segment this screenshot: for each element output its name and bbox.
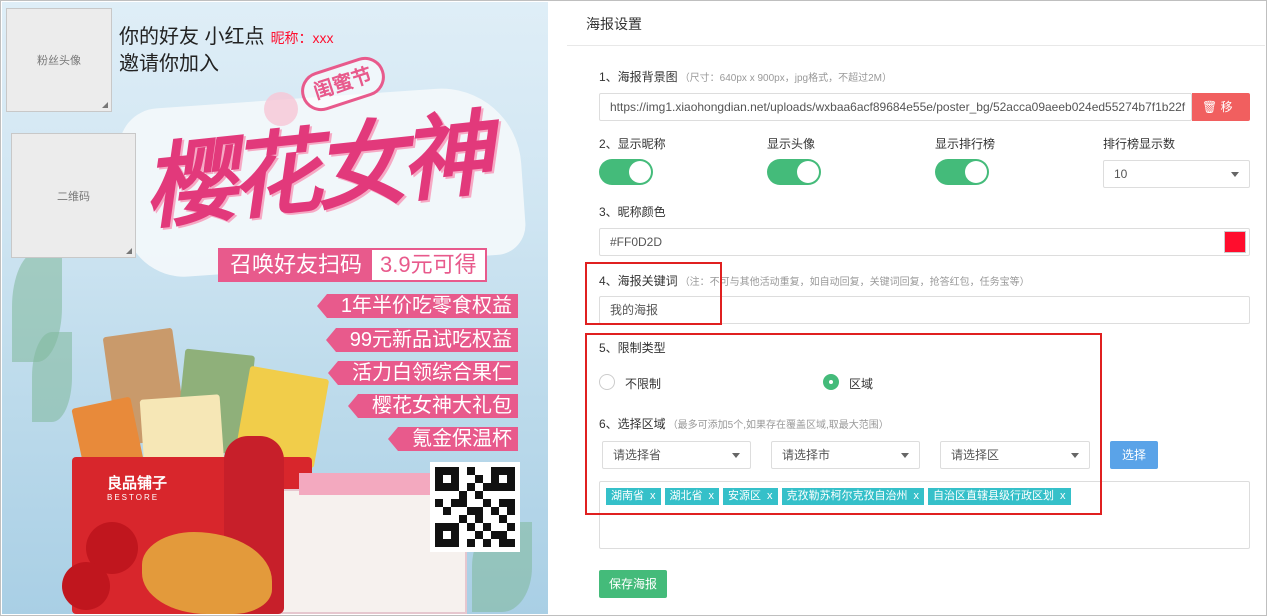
bg-label-text: 1、海报背景图 <box>599 70 678 84</box>
rank-count-select[interactable]: 10 <box>1103 160 1250 188</box>
rank-count-value: 10 <box>1114 167 1128 181</box>
panel-title: 海报设置 <box>567 2 1265 46</box>
leaf-decoration <box>32 332 72 422</box>
show-rank-toggle[interactable] <box>935 159 989 185</box>
bg-label: 1、海报背景图 （尺寸：640px x 900px，jpg格式，不超过2M） <box>599 68 892 85</box>
benefit-item: 99元新品试吃权益 <box>325 328 518 352</box>
rank-count-label: 排行榜显示数 <box>1103 137 1176 151</box>
show-nick-label: 2、显示昵称 <box>599 137 666 151</box>
benefit-item: 1年半价吃零食权益 <box>316 294 518 318</box>
show-avatar-label: 显示头像 <box>767 137 816 151</box>
remove-button[interactable]: 🗑 移除 <box>1192 93 1250 142</box>
apple <box>62 562 110 610</box>
choose-region-button[interactable]: 选择 <box>1110 441 1159 469</box>
cta-main-text: 召唤好友扫码 <box>220 250 373 280</box>
region-highlight-box <box>585 333 1102 515</box>
show-nickname-toggle[interactable] <box>599 159 653 185</box>
benefit-item: 氪金保温杯 <box>388 427 518 451</box>
fan-avatar-label: 粉丝头像 <box>37 55 81 67</box>
bg-url-input[interactable]: https://img1.xiaohongdian.net/uploads/wx… <box>599 93 1192 121</box>
qr-label: 二维码 <box>57 190 90 203</box>
show-avatar-toggle[interactable] <box>767 159 821 185</box>
save-poster-button[interactable]: 保存海报 <box>599 570 668 598</box>
keyword-hint: （注：不可与其他活动重复，如自动回复，关键词回复，抢答红包，任务宝等） <box>679 277 1030 288</box>
keyword-highlight-box <box>585 262 722 325</box>
benefit-item: 樱花女神大礼包 <box>348 394 518 418</box>
cta-price-text: 3.9元可得 <box>380 252 477 277</box>
nick-color-label: 3、昵称颜色 <box>599 205 666 219</box>
color-swatch[interactable] <box>1224 231 1246 253</box>
toggle-knob <box>797 161 819 183</box>
nickname-text: 昵称：xxx <box>270 30 334 46</box>
resize-handle-icon[interactable] <box>102 102 108 108</box>
benefit-item: 活力白领综合果仁 <box>328 361 518 385</box>
qr-code <box>430 462 520 552</box>
cta-banner: 召唤好友扫码 3.9元可得 <box>218 248 487 282</box>
chevron-down-icon <box>1231 172 1239 177</box>
trash-icon: 🗑 <box>1202 100 1218 114</box>
toggle-knob <box>629 161 651 183</box>
brand-name: 良品铺子 <box>107 475 168 492</box>
qr-placeholder[interactable]: 二维码 <box>11 133 136 258</box>
invite-text: 邀请你加入 <box>119 53 219 75</box>
friend-text: 你的好友 小红点 <box>119 26 265 48</box>
friend-line[interactable]: 你的好友 小红点 昵称：xxx <box>119 20 334 49</box>
bg-hint: （尺寸：640px x 900px，jpg格式，不超过2M） <box>679 73 892 84</box>
brand-sub: BESTORE <box>107 493 160 502</box>
fan-avatar-placeholder[interactable]: 粉丝头像 <box>6 8 112 112</box>
show-rank-label: 显示排行榜 <box>935 137 996 151</box>
brand-logo: 良品铺子 BESTORE <box>107 472 167 502</box>
toggle-knob <box>965 161 987 183</box>
resize-handle-icon[interactable] <box>126 248 132 254</box>
poster-preview: 粉丝头像 二维码 你的好友 小红点 昵称：xxx 邀请你加入 樱花女神 闺蜜节 召… <box>2 2 548 614</box>
nick-color-input[interactable]: #FF0D2D <box>599 228 1250 256</box>
